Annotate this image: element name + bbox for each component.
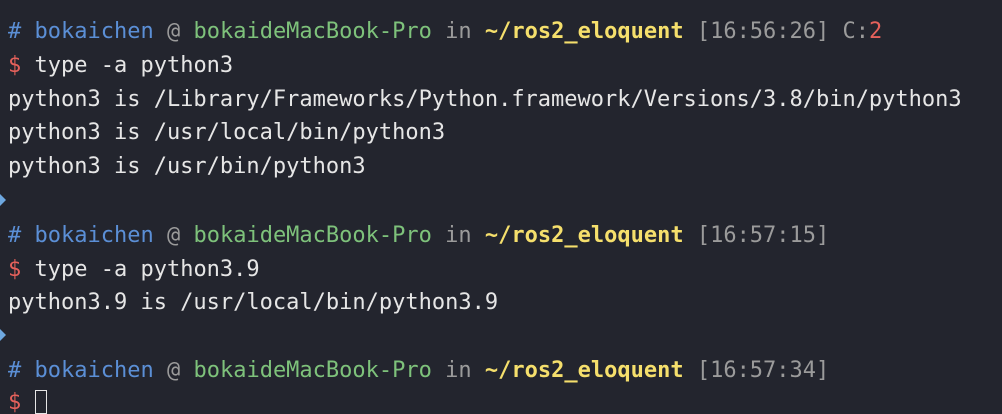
output-line: python3 is /usr/bin/python3: [8, 154, 366, 179]
prompt-line: # bokaichen @ bokaideMacBook-Pro in ~/ro…: [8, 219, 829, 253]
output-line: python3 is /Library/Frameworks/Python.fr…: [8, 87, 962, 112]
prompt-time: [16:57:34]: [696, 358, 830, 383]
command-line[interactable]: $: [8, 386, 47, 414]
prompt-user: bokaichen: [34, 19, 154, 44]
command-text: type -a python3.9: [34, 257, 260, 282]
prompt-dollar: $: [8, 53, 22, 78]
prompt-marker-icon: [0, 329, 6, 341]
prompt-dollar: $: [8, 390, 22, 414]
exit-code-value: 2: [869, 19, 883, 44]
prompt-dir: ~/ros2_eloquent: [484, 19, 684, 44]
prompt-line: # bokaichen @ bokaideMacBook-Pro in ~/ro…: [8, 354, 829, 388]
prompt-hash: #: [8, 223, 22, 248]
prompt-time: [16:57:15]: [696, 223, 830, 248]
prompt-time: [16:56:26]: [696, 19, 830, 44]
prompt-host: bokaideMacBook-Pro: [193, 19, 432, 44]
terminal-window[interactable]: # bokaichen @ bokaideMacBook-Pro in ~/ro…: [0, 0, 1002, 414]
prompt-in: in: [445, 19, 472, 44]
prompt-at: @: [166, 223, 181, 248]
prompt-in: in: [445, 358, 472, 383]
text-cursor: [34, 390, 47, 414]
prompt-user: bokaichen: [34, 223, 154, 248]
prompt-marker-icon: [0, 194, 6, 206]
prompt-dir: ~/ros2_eloquent: [484, 358, 684, 383]
prompt-line: # bokaichen @ bokaideMacBook-Pro in ~/ro…: [8, 15, 882, 49]
output-line: python3 is /usr/local/bin/python3: [8, 120, 446, 145]
prompt-host: bokaideMacBook-Pro: [193, 358, 432, 383]
command-text: type -a python3: [34, 53, 234, 78]
command-line: $ type -a python3.9: [8, 253, 260, 287]
command-line: $ type -a python3: [8, 49, 233, 83]
prompt-user: bokaichen: [34, 358, 154, 383]
prompt-host: bokaideMacBook-Pro: [193, 223, 432, 248]
output-line: python3.9 is /usr/local/bin/python3.9: [8, 290, 499, 315]
prompt-in: in: [445, 223, 472, 248]
prompt-dollar: $: [8, 257, 22, 282]
prompt-at: @: [166, 19, 181, 44]
prompt-at: @: [166, 358, 181, 383]
prompt-hash: #: [8, 358, 22, 383]
prompt-dir: ~/ros2_eloquent: [484, 223, 684, 248]
exit-code-label: C:: [842, 19, 870, 44]
prompt-hash: #: [8, 19, 22, 44]
